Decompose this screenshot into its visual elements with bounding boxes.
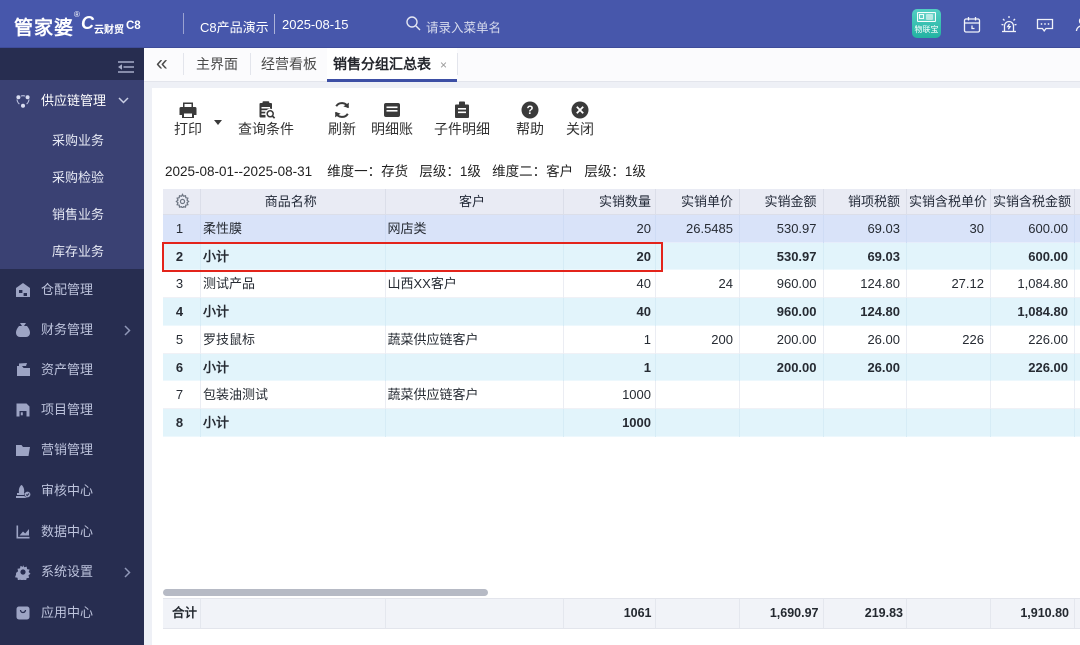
svg-text:?: ? (526, 105, 533, 117)
